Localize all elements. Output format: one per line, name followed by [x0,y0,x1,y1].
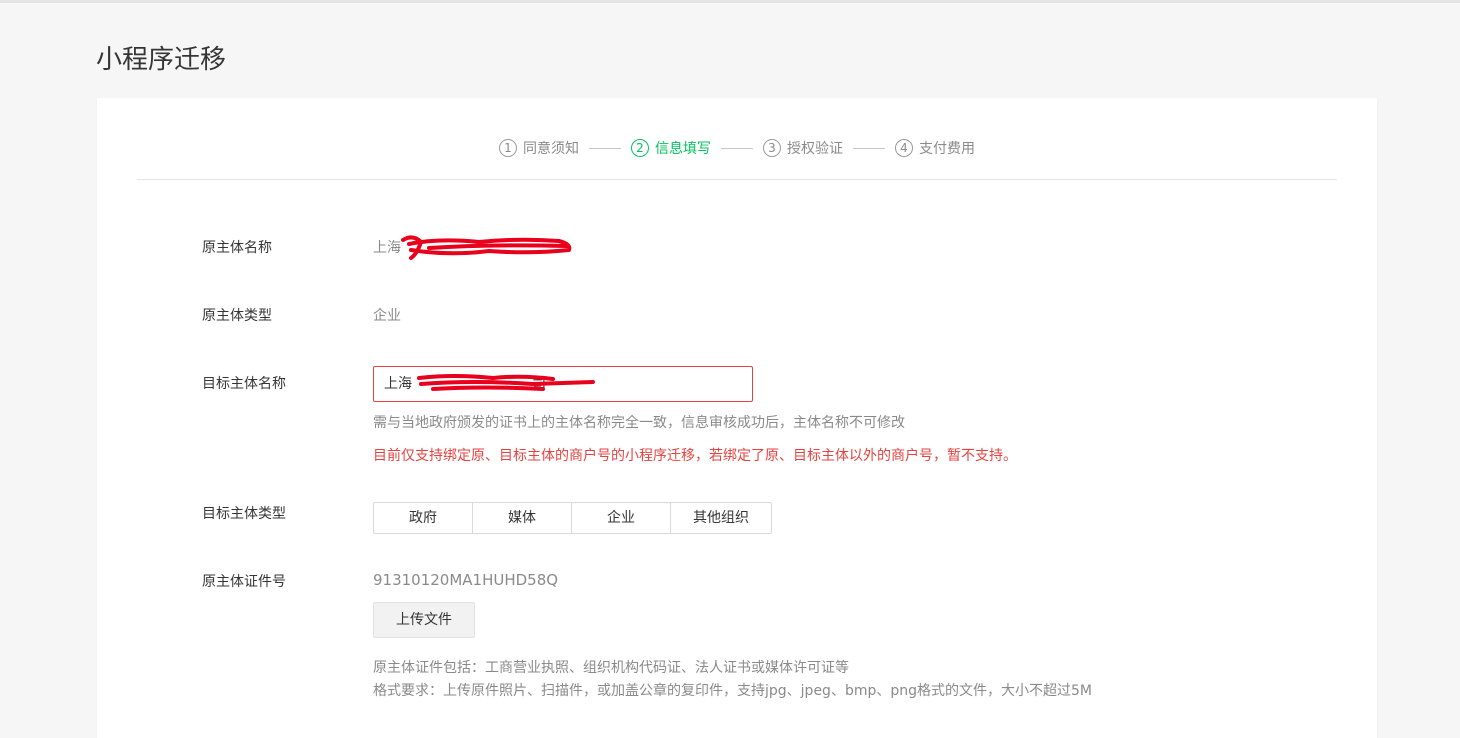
target-type-segmented: 政府 媒体 企业 其他组织 [373,502,772,534]
upload-file-button[interactable]: 上传文件 [373,602,475,638]
original-cert-hint-types: 原主体证件包括：工商营业执照、组织机构代码证、法人证书或媒体许可证等 [373,660,849,676]
step-auth: 3 授权验证 [763,138,843,158]
step-label: 支付费用 [919,141,975,157]
step-payment: 4 支付费用 [895,138,975,158]
type-option-media[interactable]: 媒体 [473,503,572,533]
top-border [0,0,1460,3]
step-label: 授权验证 [787,141,843,157]
step-connector [721,147,753,149]
redaction-mark [401,235,572,260]
target-name-label: 目标主体名称 [202,376,286,392]
step-label: 同意须知 [523,141,579,157]
type-option-government[interactable]: 政府 [374,503,473,533]
target-name-hint: 需与当地政府颁发的证书上的主体名称完全一致，信息审核成功后，主体名称不可修改 [373,415,905,431]
original-type-label: 原主体类型 [202,308,272,324]
page-title: 小程序迁移 [96,45,227,75]
original-type-value: 企业 [373,308,401,324]
original-cert-label: 原主体证件号 [202,574,286,590]
original-name-value: 上海 [373,240,401,256]
original-cert-value: 91310120MA1HUHD58Q [373,571,559,589]
migration-form-card: 1 同意须知 2 信息填写 3 授权验证 4 支付费用 原主体名称 上海 原主体… [97,98,1377,738]
target-name-value: 上海 [384,376,412,392]
original-name-label: 原主体名称 [202,240,272,256]
type-option-other-org[interactable]: 其他组织 [671,503,771,533]
step-number: 2 [631,139,649,157]
step-number: 1 [499,139,517,157]
step-agree: 1 同意须知 [499,138,579,158]
header-divider [137,179,1337,180]
step-connector [853,147,885,149]
step-number: 4 [895,139,913,157]
step-indicator: 1 同意须知 2 信息填写 3 授权验证 4 支付费用 [97,136,1377,160]
original-cert-hint-format: 格式要求：上传原件照片、扫描件，或加盖公章的复印件，支持jpg、jpeg、bmp… [373,683,1092,699]
redaction-mark [417,374,595,391]
step-number: 3 [763,139,781,157]
type-option-enterprise[interactable]: 企业 [572,503,671,533]
step-info: 2 信息填写 [631,138,711,158]
step-connector [589,147,621,149]
step-label: 信息填写 [655,141,711,157]
target-name-warning: 目前仅支持绑定原、目标主体的商户号的小程序迁移，若绑定了原、目标主体以外的商户号… [373,448,1017,464]
page-scrollbar[interactable] [1456,3,1460,710]
target-type-label: 目标主体类型 [202,506,286,522]
